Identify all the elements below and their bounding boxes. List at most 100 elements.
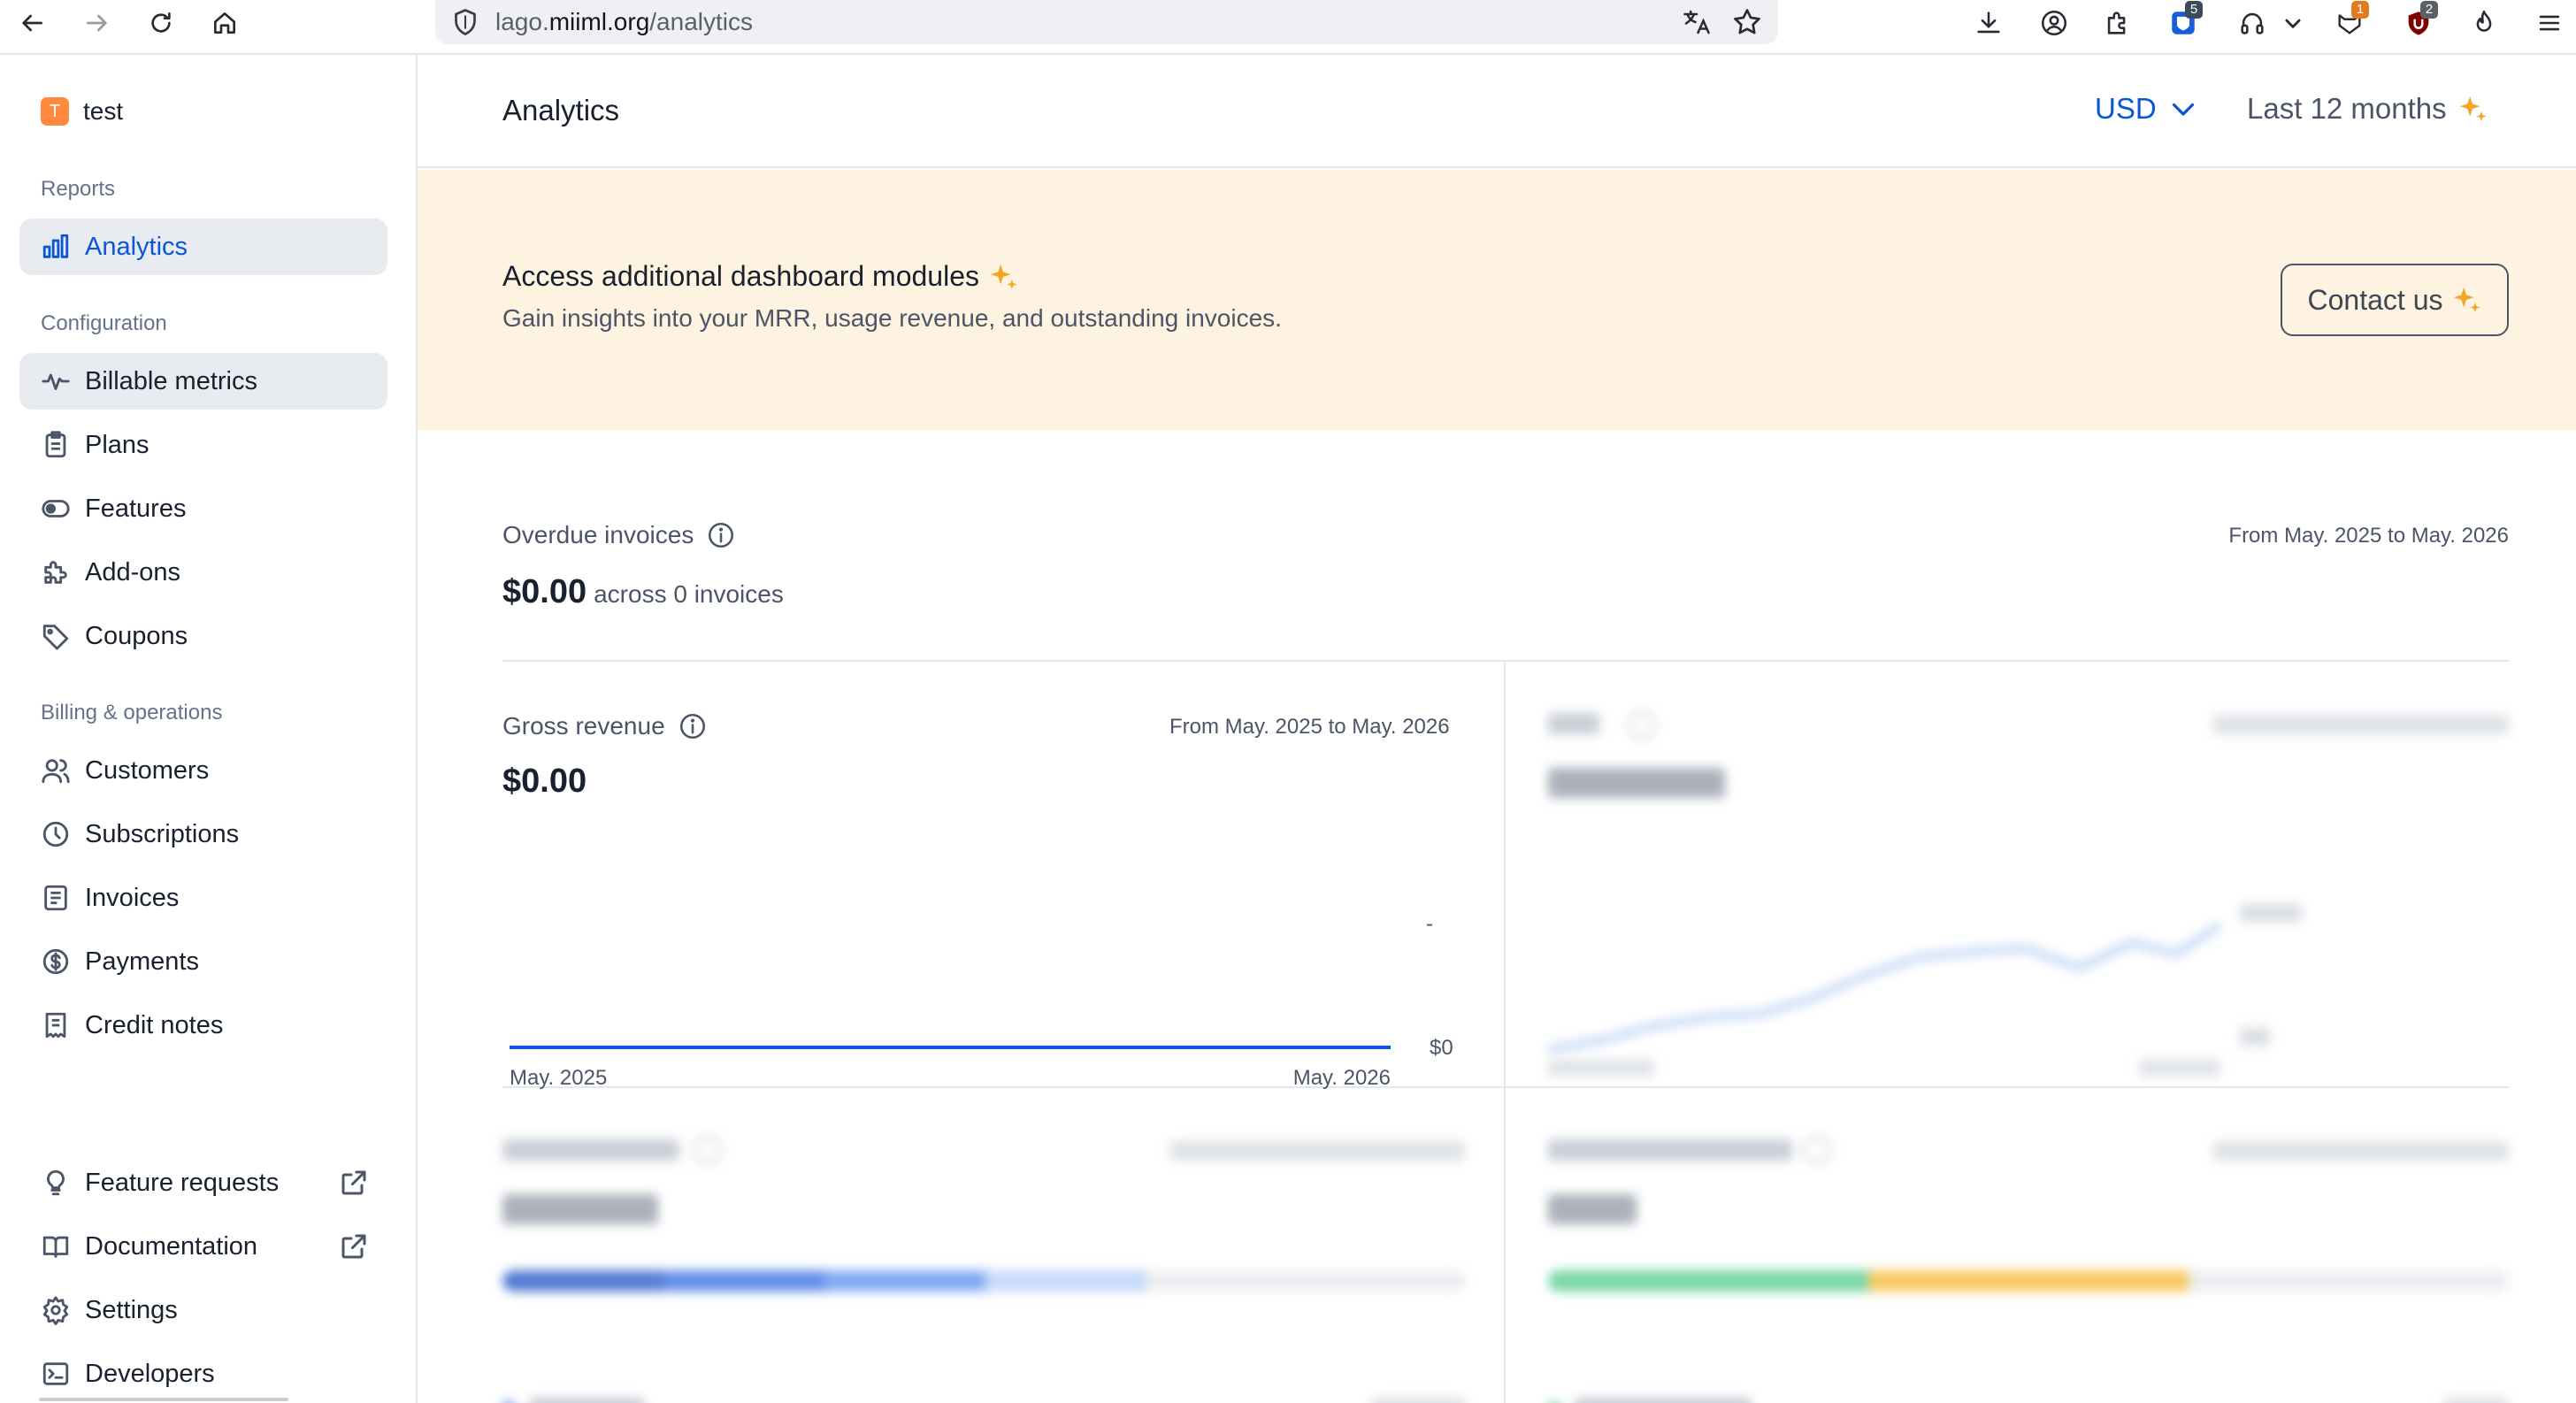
address-bar[interactable]: lago.miiml.org/analytics: [435, 0, 1778, 44]
sidebar-item-coupons[interactable]: Coupons: [19, 608, 387, 664]
sidebar-item-developers[interactable]: Developers: [19, 1346, 387, 1402]
arrow-left-icon: [22, 14, 42, 32]
placeholder-legend: [1575, 1398, 1752, 1403]
overdue-amount: $0.00 across 0 invoices: [502, 573, 784, 610]
placeholder-value: [502, 1194, 658, 1224]
gross-revenue-chart: - $0 May. 2025 May. 2026: [510, 912, 1453, 1090]
terminal-icon: [41, 1359, 71, 1389]
sidebar-item-payments[interactable]: Payments: [19, 933, 387, 990]
reload-icon: [151, 12, 171, 33]
gross-revenue-amount: $0.00: [502, 763, 587, 800]
account-button[interactable]: [2035, 4, 2074, 42]
org-switcher[interactable]: T test: [41, 97, 123, 126]
period-value: Last 12 months: [2247, 92, 2447, 125]
extensions-button[interactable]: [2098, 4, 2137, 42]
overdue-date-range: From May. 2025 to May. 2026: [2228, 524, 2509, 548]
headphones-dropdown[interactable]: [2275, 4, 2311, 42]
placeholder-range: [1169, 1141, 1465, 1161]
upsell-banner: Access additional dashboard modules Gain…: [418, 170, 2576, 430]
info-icon[interactable]: [706, 520, 736, 550]
sidebar-item-feature-requests[interactable]: Feature requests: [19, 1154, 387, 1211]
receipt-icon: [41, 1010, 71, 1040]
placeholder-value: [1548, 1194, 1637, 1224]
divider: [1504, 662, 1506, 1403]
sidebar-item-documentation[interactable]: Documentation: [19, 1218, 387, 1275]
sidebar-item-label: Coupons: [85, 621, 188, 650]
reload-button[interactable]: [142, 4, 180, 42]
menu-button[interactable]: [2530, 4, 2569, 42]
placeholder-chart: [1548, 904, 2302, 1076]
sidebar-item-label: Add-ons: [85, 557, 181, 586]
sparkle-icon: [990, 264, 1017, 289]
info-icon: [694, 1136, 722, 1164]
sidebar-item-billable-metrics[interactable]: Billable metrics: [19, 353, 387, 410]
chevron-down-icon: [2172, 103, 2194, 116]
puzzle-icon: [41, 557, 71, 587]
translate-icon[interactable]: [1681, 6, 1713, 38]
puzzle-icon: [2107, 12, 2126, 34]
banner-title: Access additional dashboard modules: [502, 260, 1018, 293]
external-link-icon: [341, 1234, 366, 1259]
bookmark-star-icon[interactable]: [1730, 5, 1764, 39]
org-avatar: T: [41, 97, 69, 126]
sidebar-item-label: Features: [85, 494, 187, 523]
contact-us-button[interactable]: Contact us: [2281, 264, 2509, 336]
browser-toolbar: lago.miiml.org/analytics 5 1 2: [0, 0, 2576, 55]
sidebar-item-plans[interactable]: Plans: [19, 417, 387, 473]
sidebar-item-label: Customers: [85, 755, 210, 785]
sidebar-item-addons[interactable]: Add-ons: [19, 544, 387, 601]
y-tick-bottom: $0: [1430, 1036, 1453, 1060]
arrow-right-icon: [87, 14, 107, 32]
users-icon: [41, 755, 71, 786]
sidebar-item-label: Analytics: [85, 232, 188, 261]
fox-extension[interactable]: 1: [2330, 1, 2369, 42]
placeholder-value: [1548, 768, 1725, 798]
external-link-icon: [341, 1170, 366, 1195]
currency-select[interactable]: USD: [2095, 92, 2199, 126]
divider: [502, 660, 2509, 662]
sidebar-item-credit-notes[interactable]: Credit notes: [19, 997, 387, 1054]
ublock-extension[interactable]: 2: [2399, 1, 2438, 42]
sidebar-item-label: Payments: [85, 947, 199, 976]
forward-button[interactable]: [78, 4, 117, 42]
period-select[interactable]: Last 12 months: [2247, 92, 2488, 126]
bar-chart-icon: [41, 232, 71, 262]
placeholder-bar: [1548, 1270, 2509, 1292]
flame-icon: [2476, 10, 2492, 32]
sparkle-icon: [2459, 96, 2487, 122]
placeholder-range: [2213, 715, 2509, 734]
downloads-button[interactable]: [1969, 4, 2008, 42]
clock-icon: [41, 819, 71, 849]
extension-badge: 1: [2351, 1, 2369, 19]
sidebar-item-analytics[interactable]: Analytics: [19, 218, 387, 275]
sidebar-item-subscriptions[interactable]: Subscriptions: [19, 806, 387, 862]
bitwarden-extension[interactable]: 5: [2164, 1, 2203, 42]
placeholder-bar: [502, 1270, 1465, 1292]
page-title: Analytics: [502, 94, 620, 126]
section-label-reports: Reports: [41, 177, 116, 201]
sidebar-item-customers[interactable]: Customers: [19, 742, 387, 799]
gross-revenue-title: Gross revenue: [502, 711, 708, 741]
url-text: lago.miiml.org/analytics: [495, 8, 753, 35]
placeholder-legend-value: [1371, 1398, 1465, 1403]
info-icon: [1803, 1136, 1831, 1164]
back-button[interactable]: [12, 4, 51, 42]
sidebar-item-label: Documentation: [85, 1231, 258, 1261]
home-button[interactable]: [205, 4, 244, 42]
placeholder-title: [1548, 1139, 1792, 1161]
sidebar-item-label: Credit notes: [85, 1010, 224, 1039]
section-label-configuration: Configuration: [41, 311, 167, 335]
sidebar-scrollbar[interactable]: [39, 1398, 288, 1401]
download-icon: [1977, 12, 2000, 34]
main-content: Analytics USD Last 12 months Access addi…: [418, 55, 2576, 1403]
file-text-icon: [41, 883, 71, 913]
sidebar-item-features[interactable]: Features: [19, 480, 387, 537]
sidebar-item-settings[interactable]: Settings: [19, 1282, 387, 1338]
info-icon[interactable]: [678, 711, 708, 741]
gross-revenue-date-range: From May. 2025 to May. 2026: [1169, 715, 1450, 739]
headphones-extension[interactable]: [2233, 4, 2272, 42]
sidebar-item-invoices[interactable]: Invoices: [19, 870, 387, 926]
sparkle-icon: [2454, 287, 2481, 313]
placeholder-legend-value: [2443, 1398, 2509, 1403]
flame-extension[interactable]: [2465, 4, 2503, 42]
